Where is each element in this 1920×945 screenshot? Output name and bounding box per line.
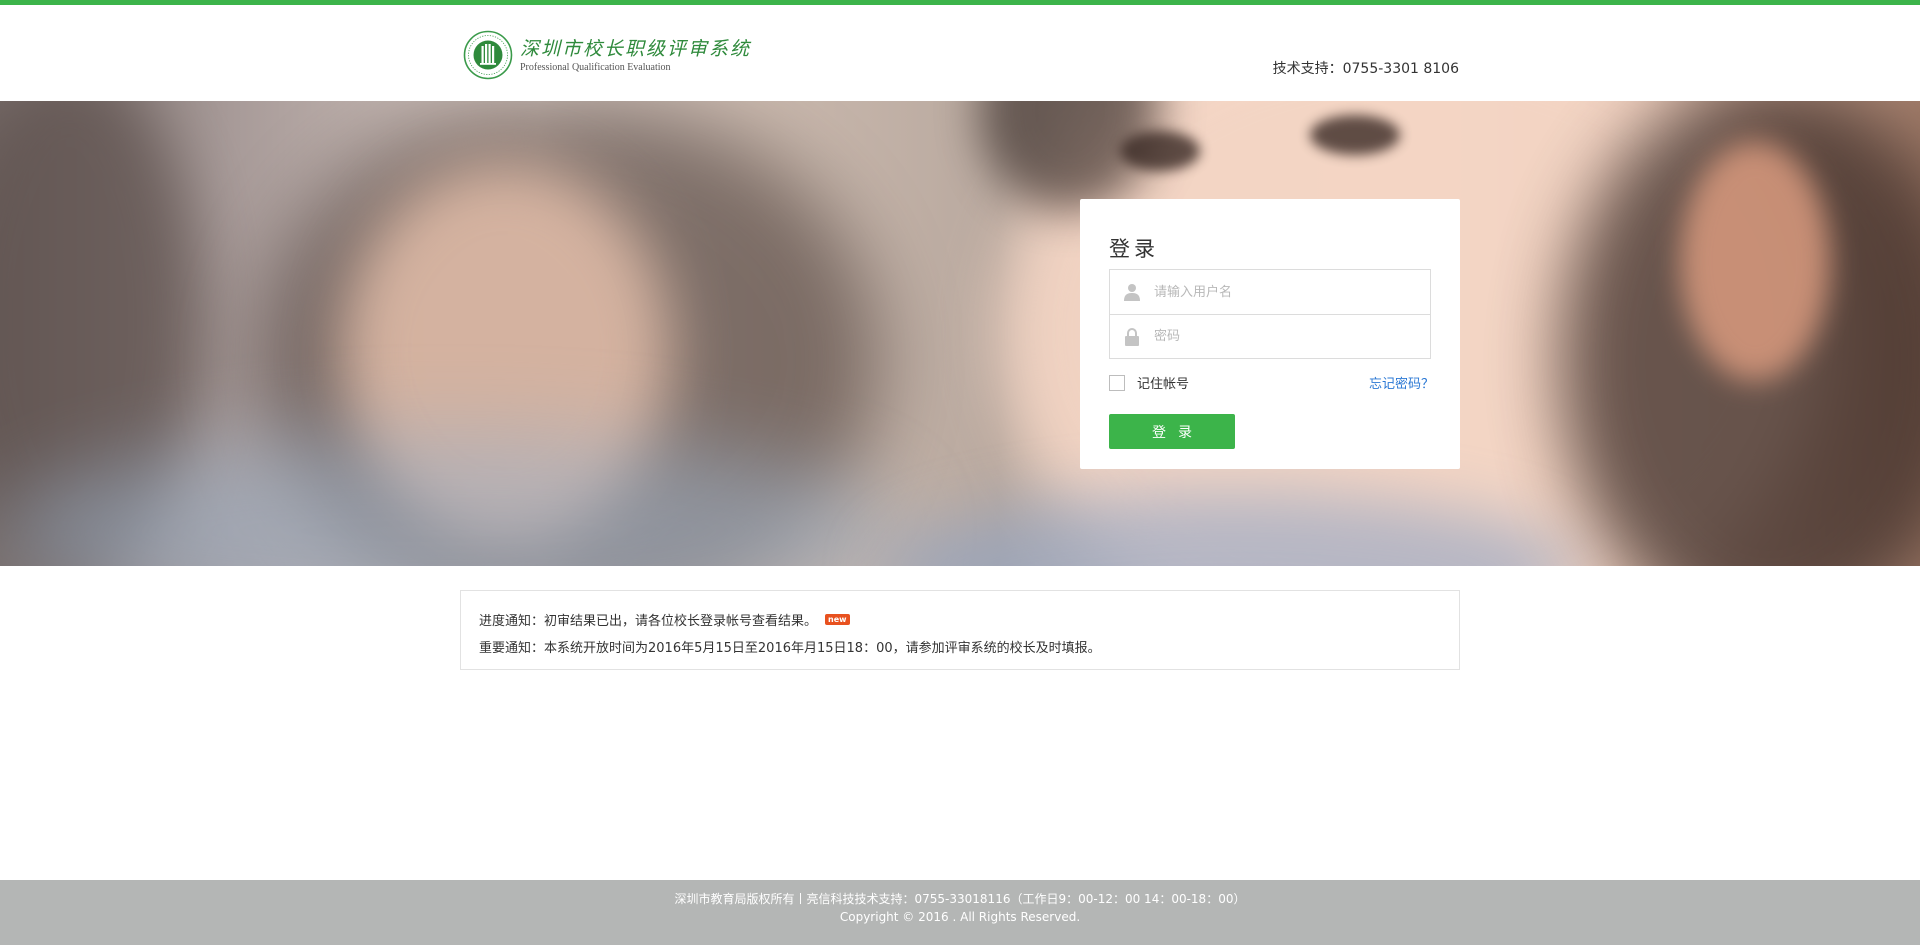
logo-subtitle: Professional Qualification Evaluation	[520, 61, 671, 73]
hero-banner	[0, 101, 1920, 566]
logo-title: 深圳市校长职级评审系统	[520, 37, 752, 60]
login-input-group	[1109, 269, 1431, 359]
progress-notice: 进度通知：初审结果已出，请各位校长登录帐号查看结果。 new	[479, 610, 850, 629]
password-row	[1110, 314, 1430, 358]
notice-box: 进度通知：初审结果已出，请各位校长登录帐号查看结果。 new 重要通知：本系统开…	[460, 590, 1460, 670]
remember-account[interactable]: 记住帐号	[1109, 373, 1189, 392]
banner-blur-shape	[1120, 131, 1200, 171]
important-notice-text[interactable]: 重要通知：本系统开放时间为2016年5月15日至2016年月15日18：00，请…	[479, 637, 1101, 656]
new-badge: new	[825, 614, 850, 625]
school-emblem-icon	[463, 30, 513, 80]
tech-support-phone: 技术支持：0755-3301 8106	[1272, 61, 1459, 77]
login-button[interactable]: 登录	[1109, 414, 1235, 449]
site-header: 深圳市校长职级评审系统 Professional Qualification E…	[0, 5, 1920, 101]
lock-icon	[1110, 315, 1154, 359]
logo-text: 深圳市校长职级评审系统 Professional Qualification E…	[520, 37, 751, 74]
user-icon	[1110, 270, 1154, 314]
progress-notice-text[interactable]: 进度通知：初审结果已出，请各位校长登录帐号查看结果。	[479, 610, 817, 629]
site-logo[interactable]: 深圳市校长职级评审系统 Professional Qualification E…	[463, 30, 751, 80]
remember-checkbox[interactable]	[1109, 374, 1125, 391]
login-title: 登录	[1109, 237, 1159, 261]
password-input[interactable]	[1154, 315, 1424, 358]
site-footer: 深圳市教育局版权所有丨亮信科技技术支持：0755-33018116（工作日9：0…	[0, 880, 1920, 945]
username-input[interactable]	[1154, 271, 1424, 313]
footer-copyright-holder: 深圳市教育局版权所有丨亮信科技技术支持：0755-33018116（工作日9：0…	[674, 892, 1246, 906]
login-card: 登录 记住帐号 忘记密码？ 登录	[1080, 199, 1460, 469]
banner-blur-shape	[1680, 141, 1830, 381]
important-notice: 重要通知：本系统开放时间为2016年5月15日至2016年月15日18：00，请…	[479, 637, 1101, 656]
remember-label: 记住帐号	[1137, 377, 1190, 392]
footer-copyright: Copyright © 2016 . All Rights Reserved.	[839, 910, 1081, 924]
banner-blur-shape	[1310, 115, 1400, 155]
forgot-password-link[interactable]: 忘记密码？	[1369, 373, 1434, 392]
username-row	[1110, 270, 1430, 314]
